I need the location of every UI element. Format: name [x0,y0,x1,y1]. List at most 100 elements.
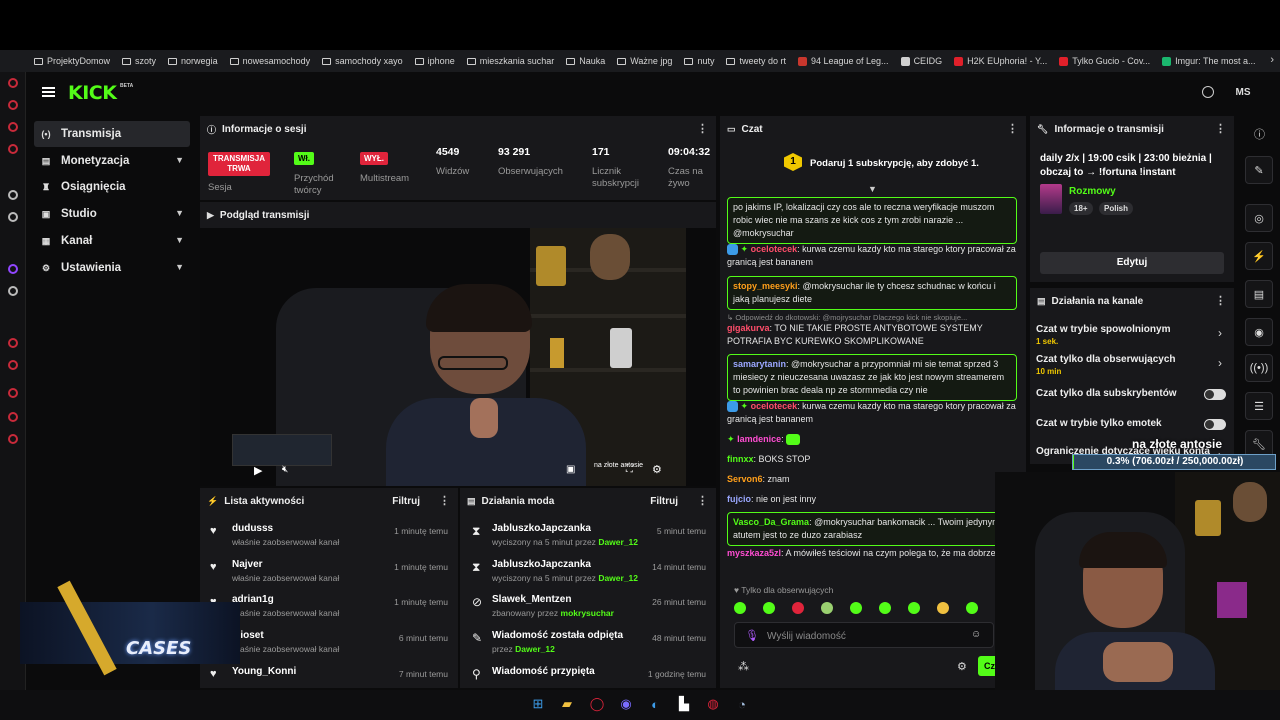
bookmark[interactable]: samochody xayo [322,56,403,66]
sidebar-app-icon[interactable] [8,190,18,200]
more-options-icon[interactable]: ⋮ [1215,122,1226,135]
chat-username[interactable]: Servon6 [727,474,763,484]
activity-user[interactable]: dudusss [232,523,273,534]
chat-username[interactable]: samarytanin [733,359,786,369]
mod-target[interactable]: Wiadomość przypięta [492,666,595,677]
file-explorer-icon[interactable]: ▰ [558,695,576,713]
more-options-icon[interactable]: ⋮ [697,122,708,135]
bookmark[interactable]: 94 League of Leg... [797,56,889,66]
chat-username[interactable]: fujcio [727,494,751,504]
category-thumbnail[interactable] [1040,184,1062,214]
bookmark[interactable]: szoty [122,56,156,66]
stream-preview[interactable]: ▶ 🔇︎ ▣ na złote antosie ⛶ ⚙ [200,228,716,486]
sidebar-app-icon[interactable] [8,212,18,222]
scroll-down-icon[interactable]: ▼ [868,184,877,194]
bookmark[interactable]: Nauka [566,56,605,66]
help-icon[interactable] [1202,86,1214,98]
channel-action-item[interactable]: Czat tylko dla subskrybentów [1036,388,1212,399]
nav-item[interactable]: ♜ Osiągnięcia [34,174,190,200]
emote-icon[interactable] [850,602,862,614]
opera-icon[interactable]: ◯ [588,695,606,713]
lightning-icon[interactable]: ⚡ [1245,242,1273,270]
emote-icon[interactable] [792,602,804,614]
fullscreen-icon[interactable]: ⛶ [626,464,633,475]
bookmark[interactable]: Ważne jpg [617,56,672,66]
chat-bubble-icon[interactable]: ◉ [1245,318,1273,346]
sidebar-app-icon[interactable] [8,122,18,132]
twitch-icon[interactable] [8,264,18,274]
bookmark[interactable]: nuty [684,56,714,66]
channel-action-item[interactable]: Czat w trybie spowolnionym 1 sek. [1036,324,1212,346]
filter-button[interactable]: Filtruj [650,496,678,507]
toggle-switch[interactable] [1204,419,1226,430]
chat-username[interactable]: Vasco_Da_Grama [733,517,809,527]
steam-icon[interactable]: ◔ [733,695,751,713]
bookmark[interactable]: ProjektyDomow [34,56,110,66]
mod-target[interactable]: JabluszkoJapczanka [492,523,591,534]
nav-item[interactable]: ▣ Studio ▼ [34,201,190,227]
bookmark[interactable]: Imgur: The most a... [1162,56,1256,66]
chat-username[interactable]: stopy_meesyki [733,281,798,291]
mod-target[interactable]: JabluszkoJapczanka [492,559,591,570]
bookmark[interactable]: mieszkania suchar [466,56,554,66]
chat-settings-icon[interactable]: ⚙ [957,660,967,673]
notion-icon[interactable]: ▙ [675,695,693,713]
send-chat-button[interactable]: Czat [978,656,996,676]
activity-user[interactable]: Najver [232,559,263,570]
emote-icon[interactable] [908,602,920,614]
nav-item[interactable]: ⚙ Ustawienia ▼ [34,255,190,281]
nav-item[interactable]: ▦ Kanał ▼ [34,228,190,254]
multistream-badge[interactable]: WYŁ. [360,152,388,165]
toggle-switch[interactable] [1204,389,1226,400]
emote-icon[interactable] [763,602,775,614]
chat-username[interactable]: myszkaza5zl [727,548,781,558]
bookmark[interactable]: tweety do rt [726,56,786,66]
chat-username[interactable]: ocelotecek [751,244,798,254]
sidebar-app-icon[interactable] [8,78,18,88]
chevron-right-icon[interactable]: › [1218,326,1222,340]
play-icon[interactable]: ▶ [254,464,262,477]
chevron-down-icon[interactable]: ▼ [175,235,184,245]
category-name[interactable]: Rozmowy [1069,186,1116,197]
mod-target[interactable]: Slawek_Mentzen [492,594,571,605]
mod-moderator[interactable]: Dawer_12 [598,573,638,583]
notes-icon[interactable]: ▤ [1245,280,1273,308]
mute-icon[interactable]: 🔇︎ [282,464,288,475]
emote-icon[interactable] [734,602,746,614]
pip-icon[interactable]: ▣ [566,464,575,475]
bookmark[interactable]: H2K EUphoria! - Y... [954,56,1047,66]
emote-icon[interactable] [966,602,978,614]
sidebar-app-icon[interactable] [8,100,18,110]
bookmark[interactable]: norwegia [168,56,218,66]
chat-username[interactable]: lamdenice [737,434,781,444]
nav-item[interactable]: ▤ Monetyzacja ▼ [34,148,190,174]
emote-icon[interactable] [879,602,891,614]
nav-item[interactable]: (•) Transmisja [34,121,190,147]
more-options-icon[interactable]: ⋮ [1007,122,1018,135]
sidebar-app-icon[interactable] [8,388,18,398]
chevron-right-icon[interactable]: › [1218,356,1222,370]
more-options-icon[interactable]: ⋮ [1215,294,1226,307]
chevron-down-icon[interactable]: ▼ [175,155,184,165]
sidebar-app-icon[interactable] [8,338,18,348]
mod-moderator[interactable]: Dawer_12 [515,644,555,654]
edit-button[interactable]: Edytuj [1040,252,1224,274]
clip-icon[interactable]: ◎ [1245,204,1273,232]
app-icon[interactable]: ◍ [704,695,722,713]
broadcast-icon[interactable]: ((•)) [1245,354,1273,382]
bookmark[interactable]: nowesamochody [229,56,310,66]
filter-button[interactable]: Filtruj [392,496,420,507]
info-icon[interactable]: ⓘ [1254,126,1265,142]
mod-target[interactable]: Wiadomość została odpięta [492,630,623,641]
emote-icon[interactable] [937,602,949,614]
mod-moderator[interactable]: mokrysuchar [561,608,614,618]
discord-icon[interactable]: ◉ [617,695,635,713]
creator-badge[interactable]: Wł. [294,152,314,165]
chevron-down-icon[interactable]: ▼ [175,262,184,272]
bookmark[interactable]: iphone [414,56,455,66]
bookmark[interactable]: CEIDG [900,56,942,66]
emote-picker-icon[interactable]: ☺ [971,629,981,640]
sidebar-app-icon[interactable] [8,360,18,370]
mic-icon[interactable]: 🎙︎ [745,629,759,642]
sidebar-app-icon[interactable] [8,144,18,154]
